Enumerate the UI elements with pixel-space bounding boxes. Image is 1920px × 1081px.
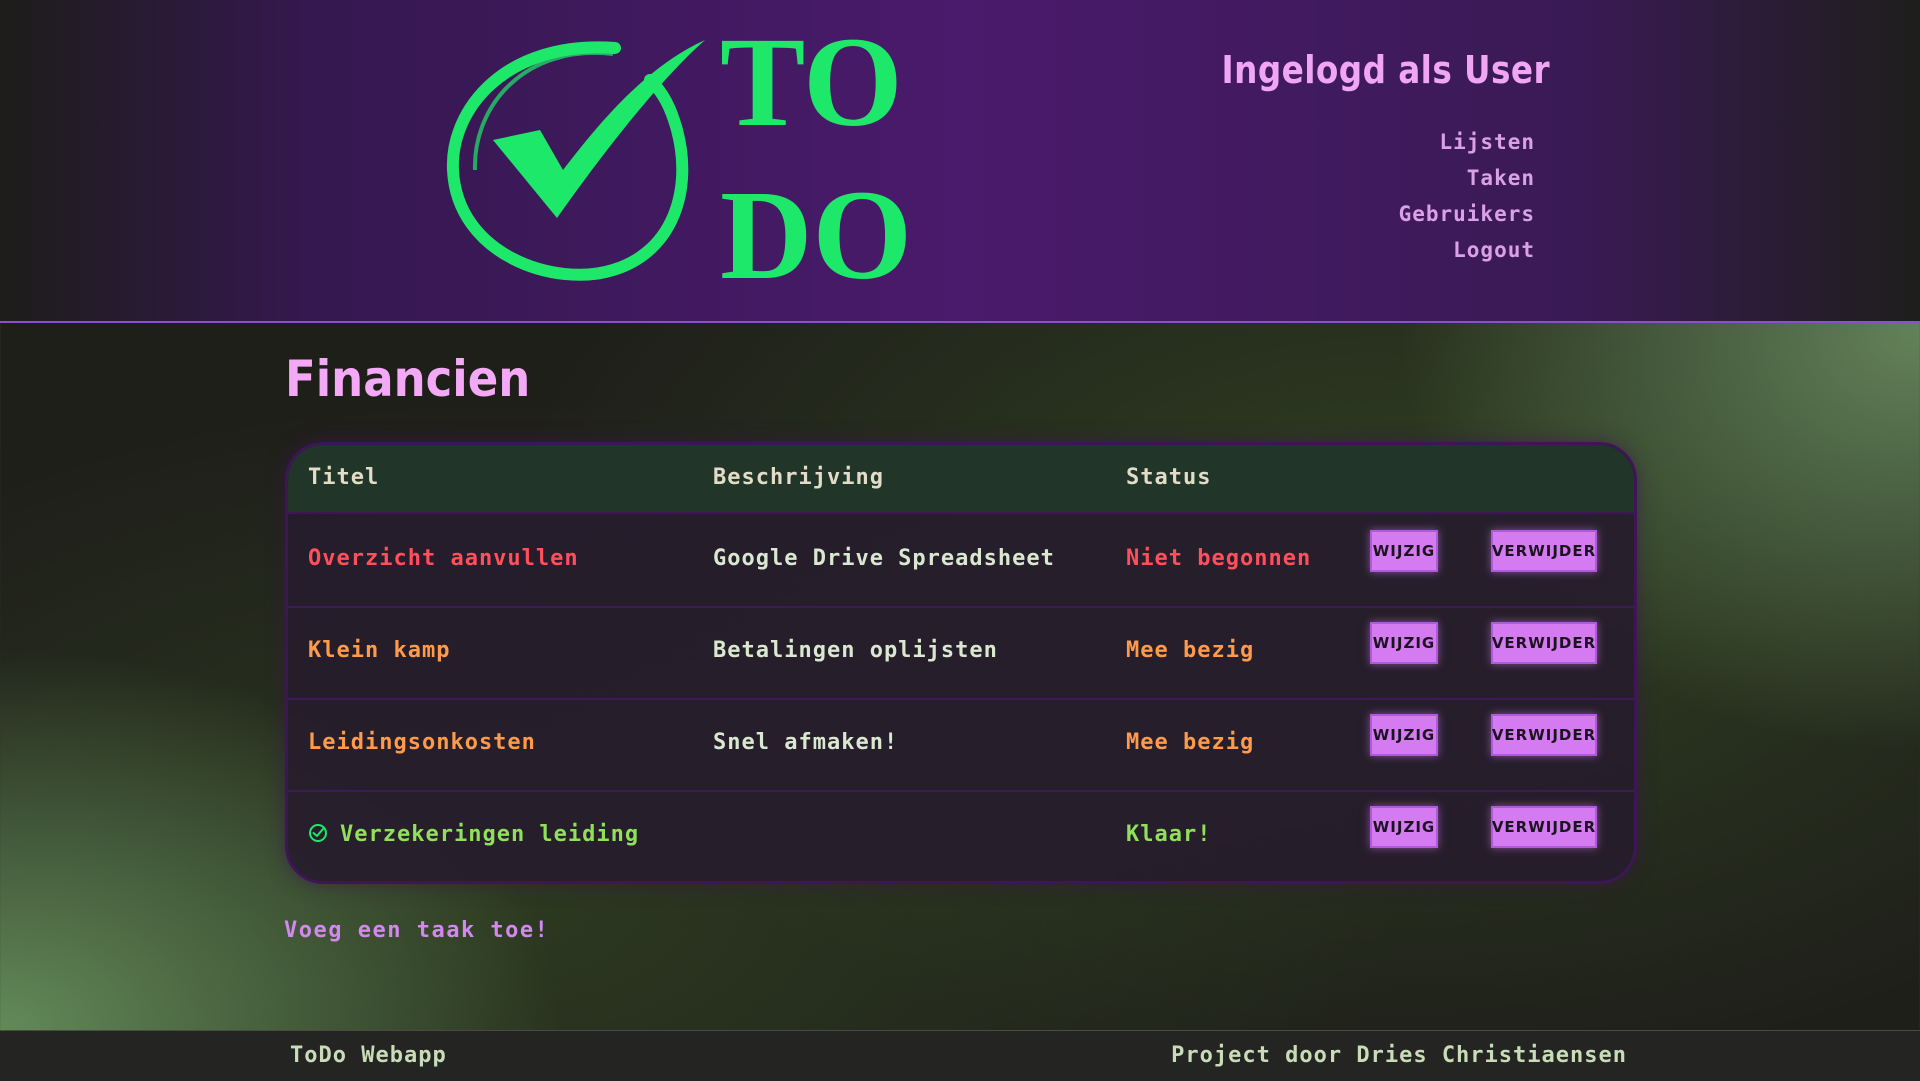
column-header-titel: Titel xyxy=(308,465,380,490)
task-title[interactable]: Klein kamp xyxy=(308,638,450,663)
table-row: Verzekeringen leiding Klaar! WIJZIG VERW… xyxy=(288,790,1634,881)
footer: ToDo Webapp Project door Dries Christiae… xyxy=(0,1030,1920,1081)
delete-button[interactable]: VERWIJDER xyxy=(1491,806,1597,848)
header: TO DO Ingelogd als User Lijsten Taken Ge… xyxy=(0,0,1920,323)
checkmark-circle-icon xyxy=(446,40,705,281)
task-status: Mee bezig xyxy=(1126,730,1255,755)
logged-in-user: Ingelogd als User xyxy=(1221,48,1550,92)
task-status: Mee bezig xyxy=(1126,638,1255,663)
logo-text-to: TO xyxy=(720,20,903,153)
edit-button[interactable]: WIJZIG xyxy=(1370,806,1438,848)
task-table: Titel Beschrijving Status Overzicht aanv… xyxy=(285,442,1637,884)
task-status: Niet begonnen xyxy=(1126,546,1312,571)
delete-button[interactable]: VERWIJDER xyxy=(1491,622,1597,664)
page-title: Financien xyxy=(285,350,531,408)
nav-taken[interactable]: Taken xyxy=(1399,160,1535,196)
task-description: Snel afmaken! xyxy=(713,730,899,755)
nav-gebruikers[interactable]: Gebruikers xyxy=(1399,196,1535,232)
task-title[interactable]: Overzicht aanvullen xyxy=(308,546,579,571)
task-description: Google Drive Spreadsheet xyxy=(713,546,1055,571)
nav-logout[interactable]: Logout xyxy=(1399,232,1535,268)
check-circle-icon xyxy=(309,824,327,842)
table-row: Overzicht aanvullen Google Drive Spreads… xyxy=(288,514,1634,608)
task-title[interactable]: Leidingsonkosten xyxy=(308,730,536,755)
edit-button[interactable]: WIJZIG xyxy=(1370,622,1438,664)
main-nav: Lijsten Taken Gebruikers Logout xyxy=(1399,124,1535,268)
task-status: Klaar! xyxy=(1126,822,1212,847)
footer-credits: Project door Dries Christiaensen xyxy=(1171,1043,1627,1068)
todo-logo: TO DO xyxy=(446,20,912,290)
task-title-cell[interactable]: Verzekeringen leiding xyxy=(308,822,639,847)
add-task-link[interactable]: Voeg een taak toe! xyxy=(284,918,549,943)
delete-button[interactable]: VERWIJDER xyxy=(1491,530,1597,572)
nav-lijsten[interactable]: Lijsten xyxy=(1399,124,1535,160)
table-row: Klein kamp Betalingen oplijsten Mee bezi… xyxy=(288,606,1634,700)
delete-button[interactable]: VERWIJDER xyxy=(1491,714,1597,756)
edit-button[interactable]: WIJZIG xyxy=(1370,530,1438,572)
task-description: Betalingen oplijsten xyxy=(713,638,998,663)
column-header-status: Status xyxy=(1126,465,1212,490)
footer-app-name: ToDo Webapp xyxy=(290,1043,447,1068)
logo-text-do: DO xyxy=(720,164,912,290)
task-title: Verzekeringen leiding xyxy=(340,822,640,847)
edit-button[interactable]: WIJZIG xyxy=(1370,714,1438,756)
table-row: Leidingsonkosten Snel afmaken! Mee bezig… xyxy=(288,698,1634,792)
table-header: Titel Beschrijving Status xyxy=(288,445,1634,514)
column-header-beschrijving: Beschrijving xyxy=(713,465,884,490)
